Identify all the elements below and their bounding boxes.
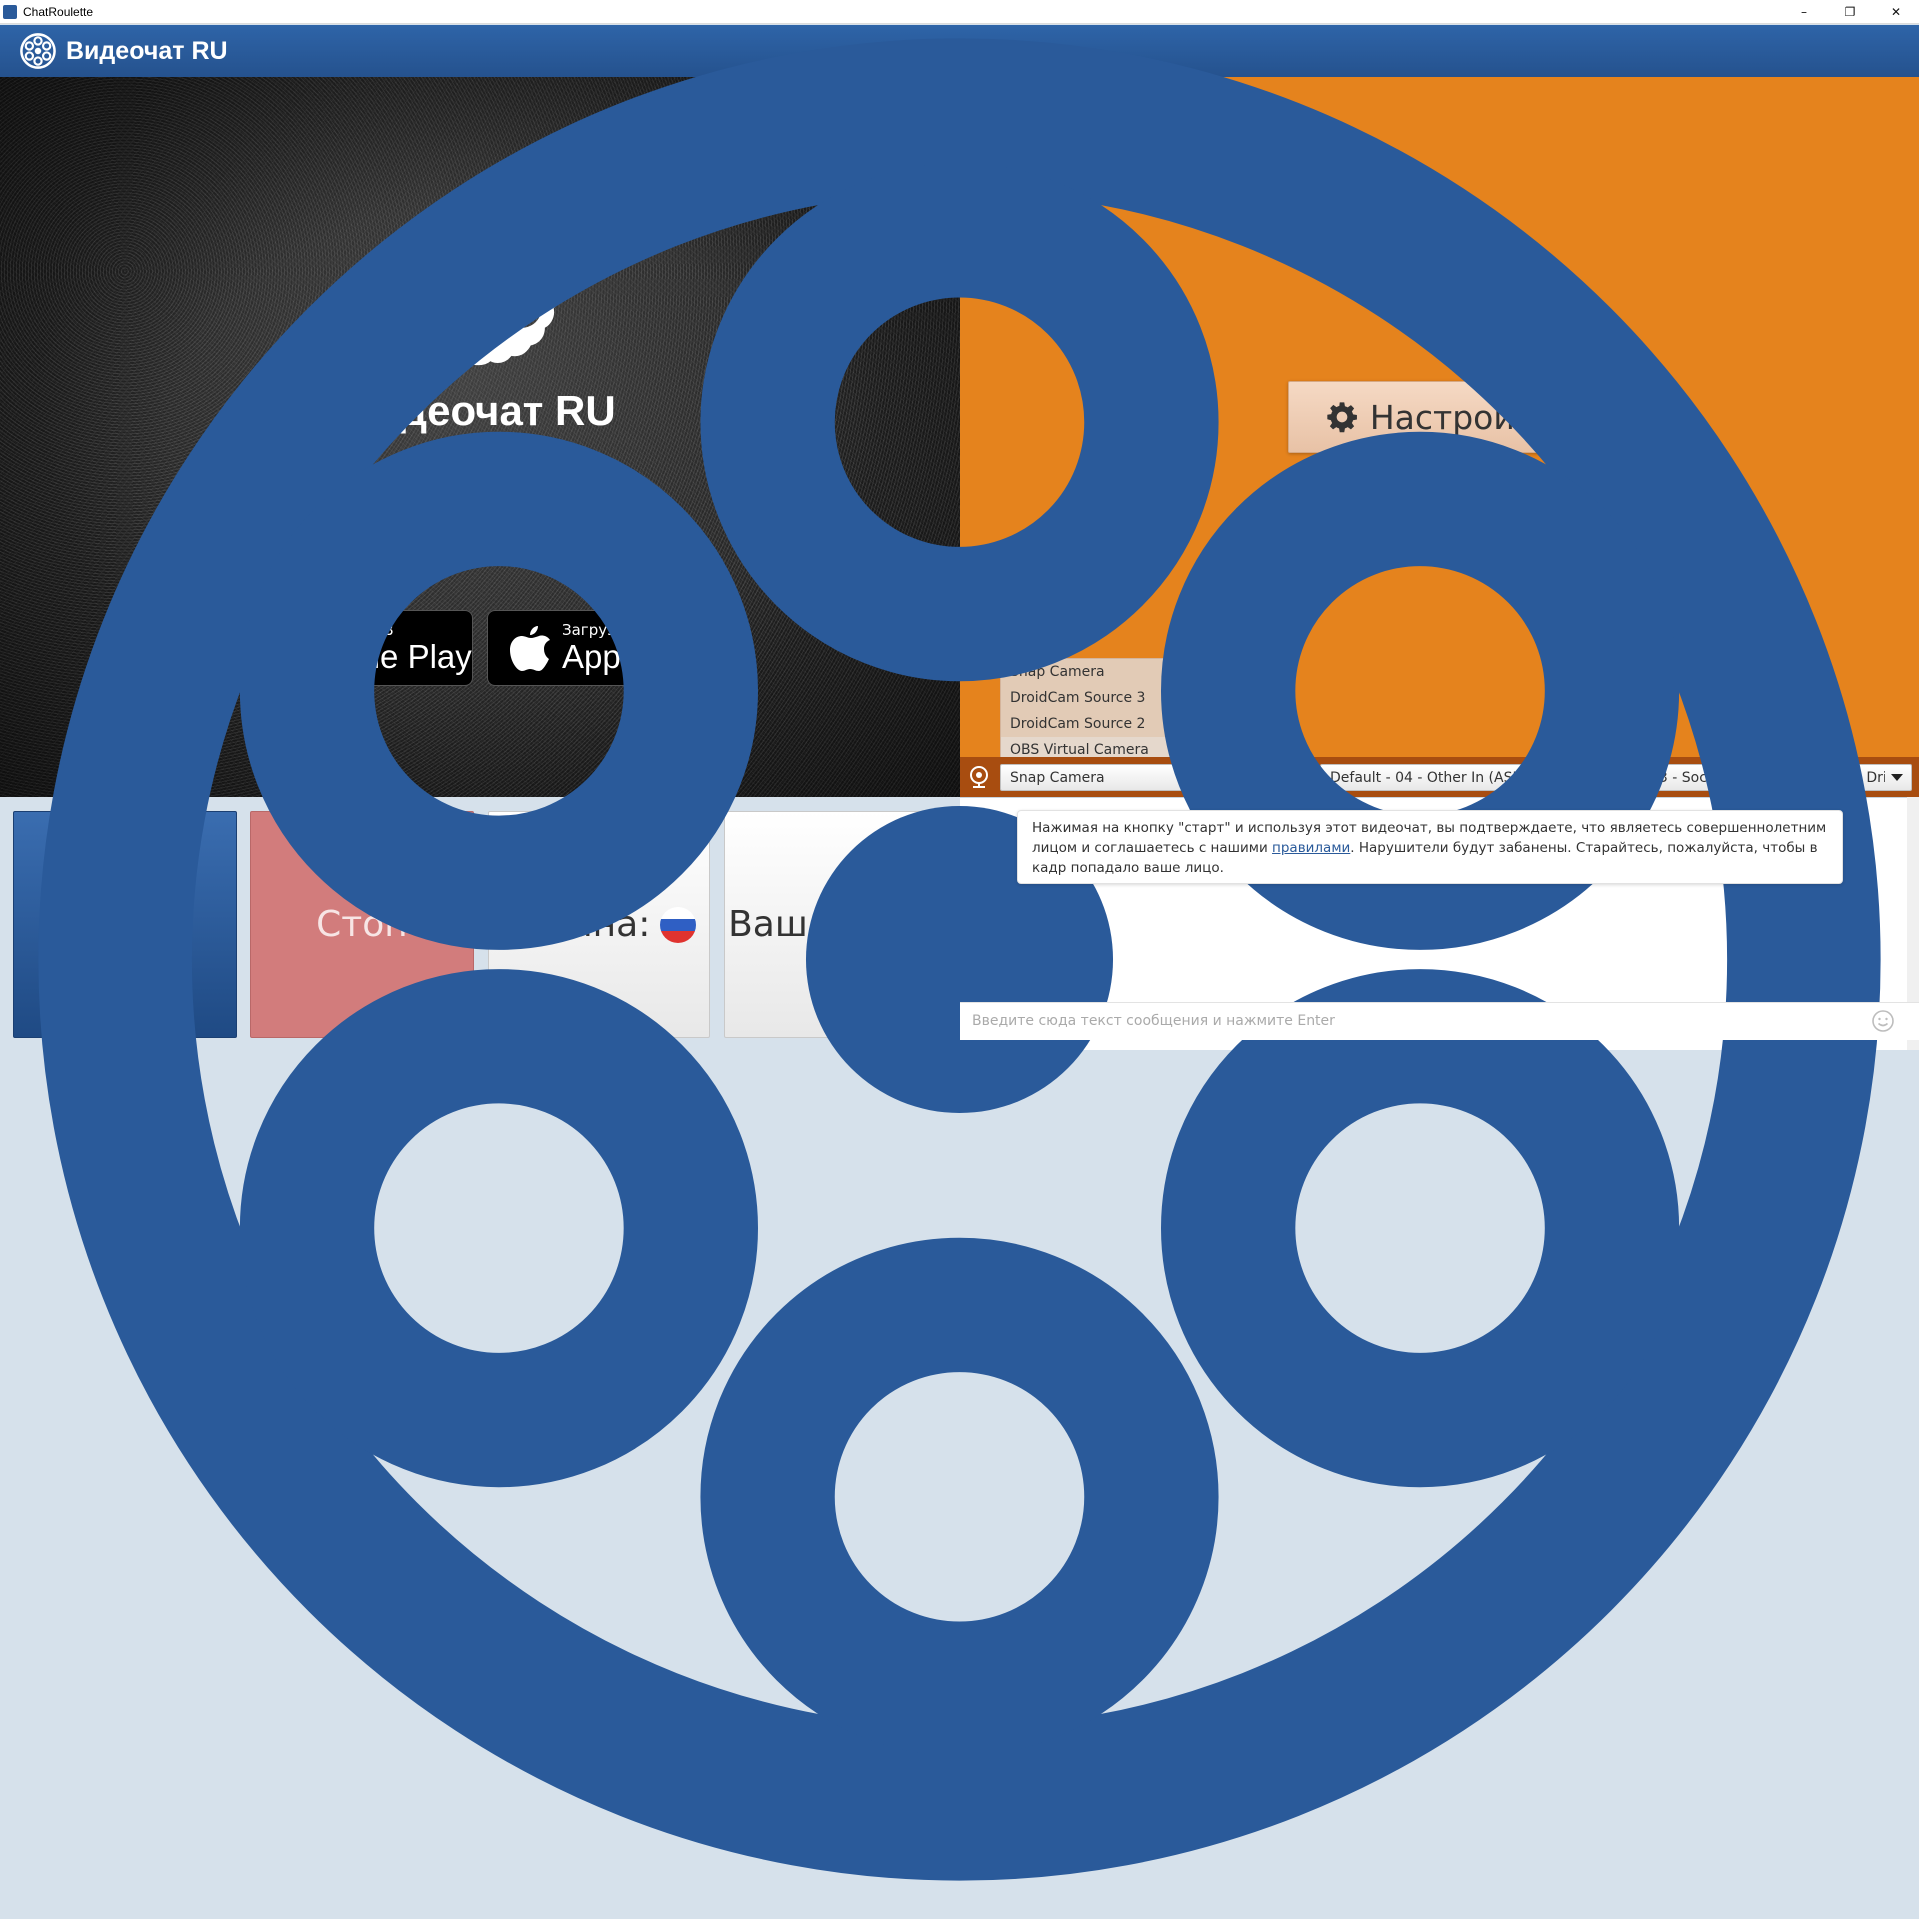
revolver-logo-chat-icon	[38, 38, 1881, 1881]
rules-link[interactable]: правилами	[1272, 840, 1350, 856]
chat-input-bar	[960, 1002, 1919, 1040]
chat-message-input[interactable]	[960, 1003, 1860, 1039]
system-notice-message: Нажимая на кнопку "старт" и используя эт…	[1017, 810, 1843, 884]
emoji-smile-icon[interactable]	[1871, 1009, 1895, 1033]
